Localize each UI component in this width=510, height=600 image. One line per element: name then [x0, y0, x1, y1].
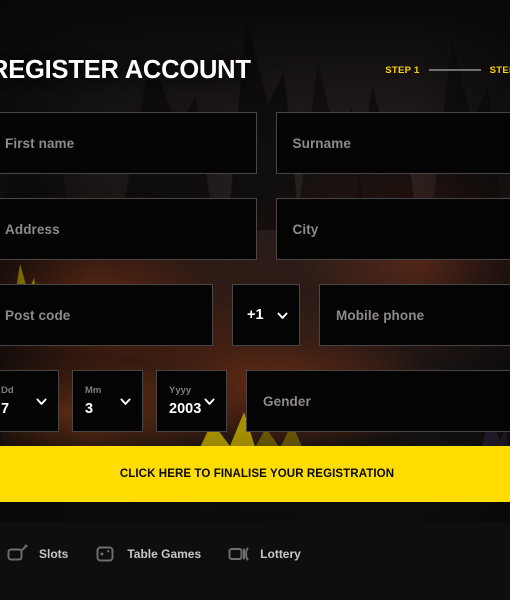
dice-icon [94, 542, 118, 566]
dob-month-value: 3 [85, 400, 94, 417]
post-code-field[interactable]: Post code [0, 284, 213, 346]
chevron-down-icon [119, 395, 132, 408]
step-1-label: STEP 1 [385, 64, 420, 76]
dob-day-value: 7 [1, 400, 10, 417]
finalise-registration-button[interactable]: CLICK HERE TO FINALISE YOUR REGISTRATION [0, 446, 510, 502]
address-field[interactable]: Address [0, 198, 257, 260]
step-indicator: STEP 1 STEP 2 [385, 65, 510, 76]
first-name-placeholder: First name [5, 135, 75, 151]
mobile-phone-placeholder: Mobile phone [336, 307, 425, 323]
postcode-phone-row: Post code +1 Mobile phone [0, 284, 510, 346]
dob-day-caption: Dd [1, 385, 14, 396]
dob-month-select[interactable]: Mm 3 [72, 370, 143, 432]
dob-gender-row: Dd 7 Mm 3 Yyyy 2003 Gender [0, 370, 510, 432]
gender-placeholder: Gender [263, 393, 311, 409]
chevron-down-icon [203, 395, 216, 408]
chevron-down-icon [276, 309, 289, 322]
post-code-placeholder: Post code [5, 307, 71, 323]
page-title: REGISTER ACCOUNT [0, 55, 251, 84]
nav-item-lottery[interactable]: Lottery [227, 542, 301, 566]
dob-year-value: 2003 [169, 400, 202, 417]
address-placeholder: Address [5, 221, 60, 237]
chevron-down-icon [35, 395, 48, 408]
dob-year-caption: Yyyy [169, 385, 192, 396]
address-row: Address City [0, 198, 510, 260]
name-row: First name Surname [0, 112, 510, 174]
nav-item-slots[interactable]: Slots [6, 542, 68, 566]
lottery-ticket-icon [227, 542, 251, 566]
dob-month-caption: Mm [85, 385, 102, 396]
first-name-field[interactable]: First name [0, 112, 257, 174]
registration-form: First name Surname Address City Post cod… [0, 112, 510, 456]
nav-label-table-games: Table Games [127, 547, 202, 561]
surname-placeholder: Surname [292, 135, 351, 151]
gender-select[interactable]: Gender [246, 370, 510, 432]
dob-year-select[interactable]: Yyyy 2003 [156, 370, 227, 432]
country-code-value: +1 [247, 306, 264, 323]
finalise-registration-label: CLICK HERE TO FINALISE YOUR REGISTRATION [119, 468, 395, 480]
slot-machine-icon [6, 542, 30, 566]
dob-day-select[interactable]: Dd 7 [0, 370, 59, 432]
city-placeholder: City [292, 221, 319, 237]
city-field[interactable]: City [275, 198, 510, 260]
step-2-label: STEP 2 [489, 64, 510, 76]
bottom-navigation: Slots Table Games Lottery [0, 522, 510, 600]
country-code-select[interactable]: +1 [232, 284, 300, 346]
nav-label-slots: Slots [39, 547, 69, 561]
page-header: REGISTER ACCOUNT STEP 1 STEP 2 [0, 46, 510, 94]
mobile-phone-field[interactable]: Mobile phone [319, 284, 510, 346]
step-connector-line [428, 69, 481, 71]
nav-item-table-games[interactable]: Table Games [94, 542, 201, 566]
surname-field[interactable]: Surname [275, 112, 510, 174]
nav-label-lottery: Lottery [260, 547, 301, 561]
registration-screen: REGISTER ACCOUNT STEP 1 STEP 2 First nam… [0, 0, 510, 600]
